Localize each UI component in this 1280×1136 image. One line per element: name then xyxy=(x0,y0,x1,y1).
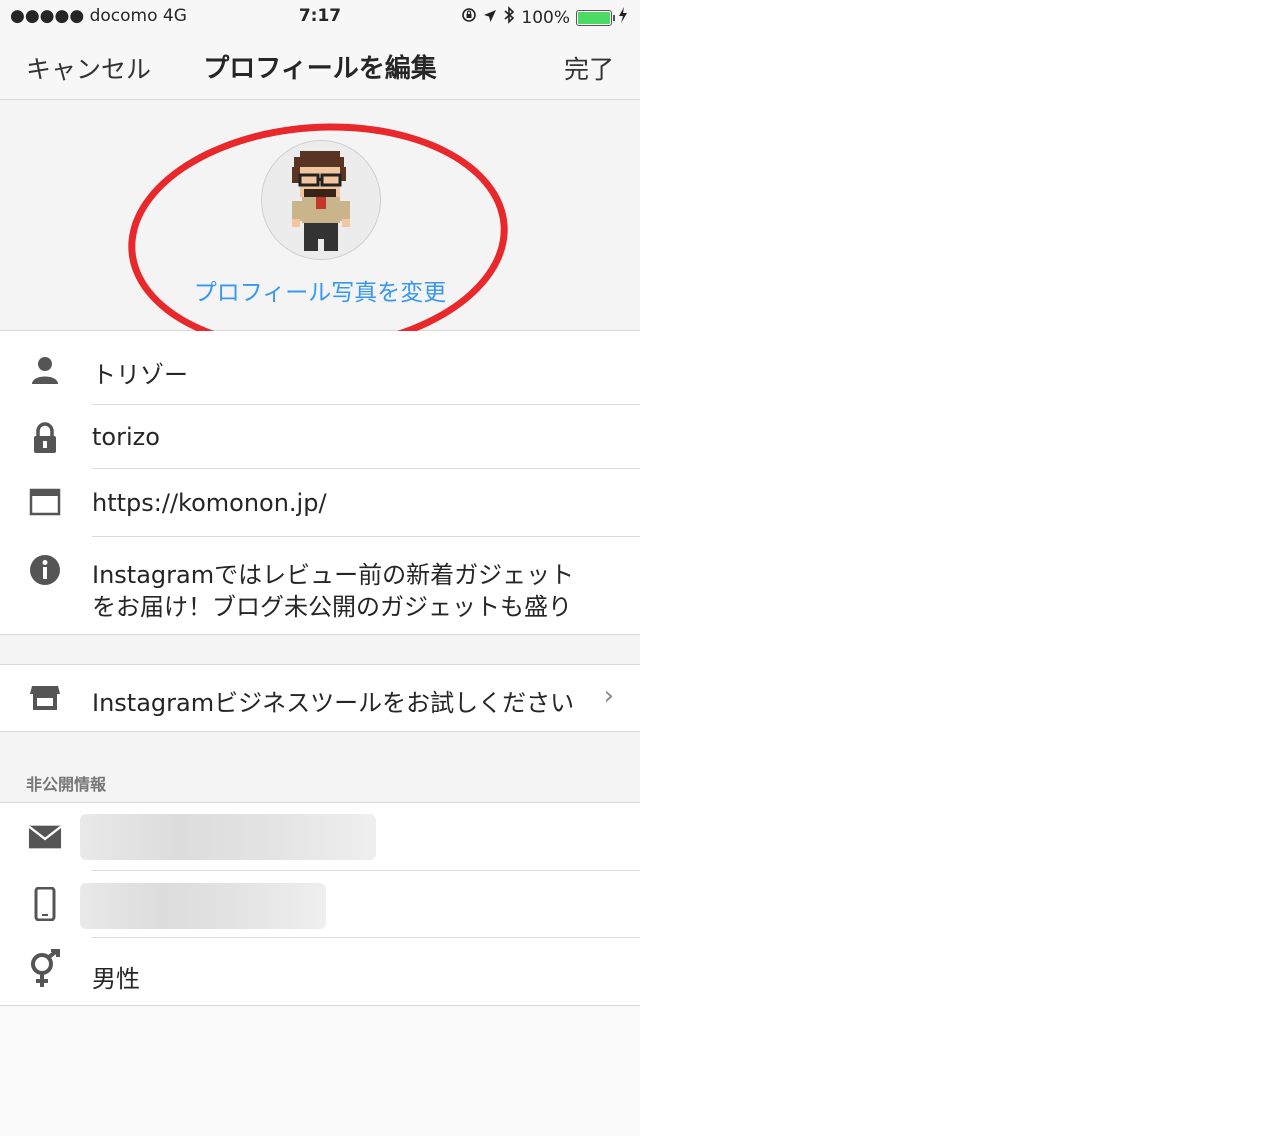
done-button[interactable]: 完了 xyxy=(564,50,614,86)
status-bar: ●●●●● docomo 4G 7:17 100% xyxy=(0,0,640,34)
private-info-header-area: 非公開情報 xyxy=(0,732,640,802)
name-field[interactable]: トリゾー xyxy=(92,355,188,390)
website-field[interactable]: https://komonon.jp/ xyxy=(92,489,327,517)
name-row[interactable]: トリゾー xyxy=(0,331,640,405)
charging-bolt-icon xyxy=(618,7,628,28)
private-fields: 男性 xyxy=(0,803,640,1005)
mobile-phone-icon xyxy=(28,887,62,921)
business-tools-link[interactable]: Instagramビジネスツールをお試しください › xyxy=(0,665,640,731)
gender-icon xyxy=(28,949,62,987)
chevron-right-icon: › xyxy=(603,681,614,711)
mail-icon xyxy=(28,820,62,854)
status-right: 100% xyxy=(461,6,628,29)
username-row[interactable]: torizo xyxy=(0,405,640,469)
orientation-lock-icon xyxy=(461,7,477,28)
website-row[interactable]: https://komonon.jp/ xyxy=(0,469,640,537)
bio-row[interactable]: Instagramではレビュー前の新着ガジェット をお届け！ブログ未公開のガジェ… xyxy=(0,537,640,634)
location-arrow-icon xyxy=(483,8,497,28)
bio-line-2[interactable]: をお届け！ブログ未公開のガジェットも盛り xyxy=(92,587,572,622)
phone-field-redacted[interactable] xyxy=(80,883,326,929)
email-field-redacted[interactable] xyxy=(80,814,376,860)
gender-field[interactable]: 男性 xyxy=(92,959,140,994)
bio-line-1[interactable]: Instagramではレビュー前の新着ガジェット xyxy=(92,555,574,590)
email-row[interactable] xyxy=(0,803,640,871)
phone-row[interactable] xyxy=(0,871,640,938)
business-tools-label[interactable]: Instagramビジネスツールをお試しください xyxy=(92,683,574,718)
person-icon xyxy=(28,353,62,387)
battery-fill xyxy=(578,11,610,24)
lock-icon xyxy=(28,421,62,455)
nav-bar: キャンセル プロフィールを編集 完了 xyxy=(0,34,640,100)
business-tools-row[interactable]: Instagramビジネスツールをお試しください › xyxy=(0,665,640,731)
username-field[interactable]: torizo xyxy=(92,423,160,451)
browser-window-icon xyxy=(28,485,62,519)
shop-icon xyxy=(28,681,62,715)
private-info-header: 非公開情報 xyxy=(26,775,107,794)
section-divider xyxy=(0,1005,640,1006)
gender-row[interactable]: 男性 xyxy=(0,938,640,1005)
page-title: プロフィールを編集 xyxy=(203,54,437,84)
battery-percent: 100% xyxy=(521,7,570,28)
change-profile-photo-link[interactable]: プロフィール写真を変更 xyxy=(0,273,640,307)
info-icon xyxy=(28,553,62,587)
bluetooth-icon xyxy=(503,6,515,29)
avatar[interactable] xyxy=(261,140,381,260)
phone-screen: ●●●●● docomo 4G 7:17 100% キャンセル プロフィールを編… xyxy=(0,0,640,1136)
profile-photo-section: プロフィール写真を変更 xyxy=(0,100,640,331)
section-gap xyxy=(0,635,640,664)
pixel-avatar-image xyxy=(292,151,350,251)
battery-icon xyxy=(576,9,615,26)
profile-fields: トリゾー torizo https://komonon.jp/ Instagra… xyxy=(0,331,640,634)
